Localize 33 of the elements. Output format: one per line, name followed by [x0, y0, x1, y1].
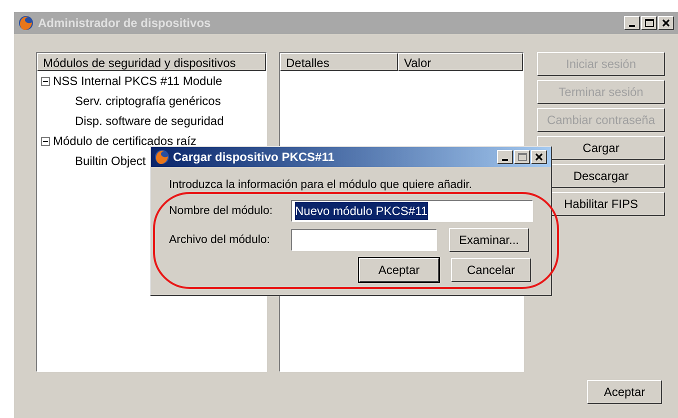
app-icon — [154, 149, 170, 165]
minimize-button[interactable] — [497, 150, 513, 164]
tree-item[interactable]: Serv. criptografía genéricos — [75, 92, 221, 110]
close-button[interactable] — [531, 150, 547, 164]
minimize-button[interactable] — [624, 16, 640, 30]
dialog-message: Introduzca la información para el módulo que quiere añadir. — [169, 178, 474, 193]
close-icon — [662, 19, 670, 27]
field-label: Nombre del módulo: — [169, 204, 274, 219]
input-field[interactable] — [291, 229, 437, 252]
input-field[interactable]: Nuevo módulo PKCS#11 — [291, 200, 533, 222]
maximize-button[interactable] — [514, 150, 530, 164]
close-button[interactable] — [658, 16, 674, 30]
ok-button[interactable]: Aceptar — [587, 380, 662, 404]
collapse-icon[interactable] — [41, 76, 50, 86]
dialog-title: Cargar dispositivo PKCS#11 — [173, 149, 336, 166]
column-header[interactable]: Detalles — [280, 53, 398, 71]
tree-item[interactable]: Disp. software de seguridad — [75, 112, 224, 130]
window-title: Administrador de dispositivos — [38, 15, 212, 32]
collapse-icon[interactable] — [41, 136, 50, 146]
dialog-button[interactable]: Aceptar — [359, 258, 439, 282]
app-icon — [18, 15, 34, 31]
side-button[interactable]: Cargar — [537, 136, 665, 160]
close-icon — [535, 153, 543, 161]
tree-item[interactable]: NSS Internal PKCS #11 Module — [53, 72, 222, 90]
dialog-button[interactable]: Cancelar — [451, 258, 531, 282]
tree-item[interactable]: Módulo de certificados raíz — [53, 132, 196, 150]
tree-item[interactable]: Builtin Object — [75, 152, 146, 170]
field-label: Archivo del módulo: — [169, 232, 271, 248]
column-header[interactable]: Módulos de seguridad y dispositivos — [37, 53, 266, 71]
maximize-button[interactable] — [641, 16, 657, 30]
browse-button[interactable]: Examinar... — [449, 228, 529, 252]
field-value: Nuevo módulo PKCS#11 — [295, 202, 428, 220]
column-header[interactable]: Valor — [398, 53, 523, 71]
